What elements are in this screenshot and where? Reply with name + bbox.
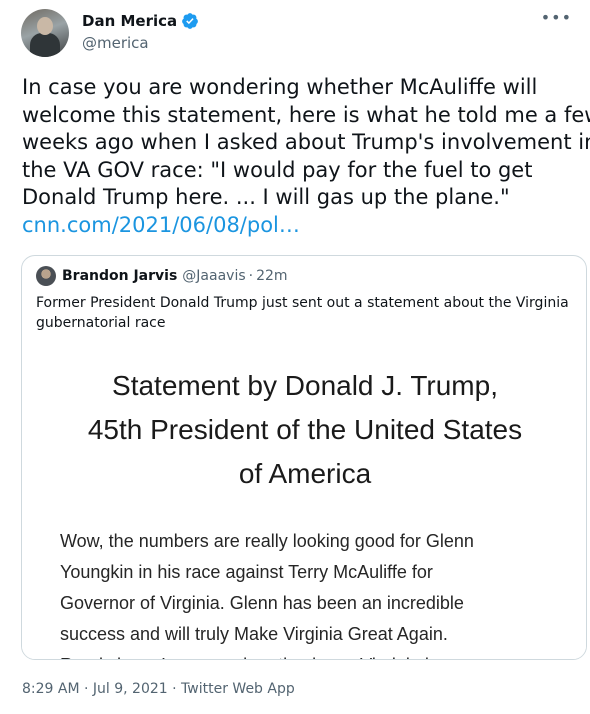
- tweet-date[interactable]: Jul 9, 2021: [93, 681, 168, 697]
- tweet-text-line: In case you are wondering whether McAuli…: [22, 75, 538, 99]
- quoted-author-handle: @Jaaavis: [182, 268, 246, 284]
- verified-badge-icon: [182, 13, 199, 29]
- author-avatar[interactable]: [21, 9, 69, 57]
- footer-separator: ·: [84, 681, 89, 697]
- statement-body-line: Youngkin in his race against Terry McAul…: [60, 562, 433, 582]
- source-app[interactable]: Twitter Web App: [181, 681, 295, 697]
- statement-title-line: Statement by Donald J. Trump,: [112, 370, 498, 401]
- article-link[interactable]: cnn.com/2021/06/08/pol…: [22, 213, 300, 237]
- quoted-author-avatar: [36, 266, 56, 286]
- quoted-author-name: Brandon Jarvis: [62, 268, 178, 284]
- tweet-header: Dan Merica @merica •••: [0, 0, 590, 66]
- tweet-footer: 8:29 AM · Jul 9, 2021 · Twitter Web App: [22, 681, 295, 697]
- author-name-line[interactable]: Dan Merica: [82, 11, 199, 31]
- statement-title: Statement by Donald J. Trump, 45th Presi…: [22, 364, 586, 496]
- tweet-text: In case you are wondering whether McAuli…: [22, 74, 590, 239]
- statement-body-line: Governor of Virginia. Glenn has been an …: [60, 593, 464, 613]
- footer-separator: ·: [172, 681, 177, 697]
- avatar-body: [30, 33, 60, 57]
- statement-body: Wow, the numbers are really looking good…: [60, 526, 560, 659]
- author-handle[interactable]: @merica: [82, 34, 149, 52]
- statement-body-line: success and will truly Make Virginia Gre…: [60, 624, 448, 644]
- quoted-tweet-text: Former President Donald Trump just sent …: [36, 293, 571, 333]
- more-horizontal-icon[interactable]: •••: [541, 8, 572, 27]
- quoted-timestamp: 22m: [256, 268, 288, 284]
- tweet-text-line: welcome this statement, here is what he …: [22, 102, 590, 127]
- statement-body-line: Rarely have I seen such enthusiasm. Virg…: [60, 650, 560, 659]
- quoted-text-line: Former President Donald Trump just sent …: [36, 295, 569, 311]
- tweet-time[interactable]: 8:29 AM: [22, 681, 80, 697]
- tweet-text-line: the VA GOV race: "I would pay for the fu…: [22, 157, 533, 182]
- quoted-separator: ·: [248, 268, 254, 284]
- statement-title-line: 45th President of the United States: [87, 414, 523, 445]
- quoted-text-line: gubernatorial race: [36, 315, 166, 331]
- avatar-head: [37, 17, 53, 35]
- quoted-tweet-header: Brandon Jarvis @Jaaavis · 22m: [36, 266, 288, 286]
- statement-body-line: Wow, the numbers are really looking good…: [60, 531, 474, 551]
- quoted-tweet[interactable]: Brandon Jarvis @Jaaavis · 22m Former Pre…: [21, 255, 587, 660]
- tweet-text-line: weeks ago when I asked about Trump's inv…: [22, 130, 590, 154]
- statement-title-line: of America: [238, 458, 372, 489]
- tweet-text-line: Donald Trump here. ... I will gas up the…: [22, 185, 510, 209]
- author-display-name[interactable]: Dan Merica: [82, 12, 177, 30]
- statement-image[interactable]: Statement by Donald J. Trump, 45th Presi…: [22, 336, 586, 659]
